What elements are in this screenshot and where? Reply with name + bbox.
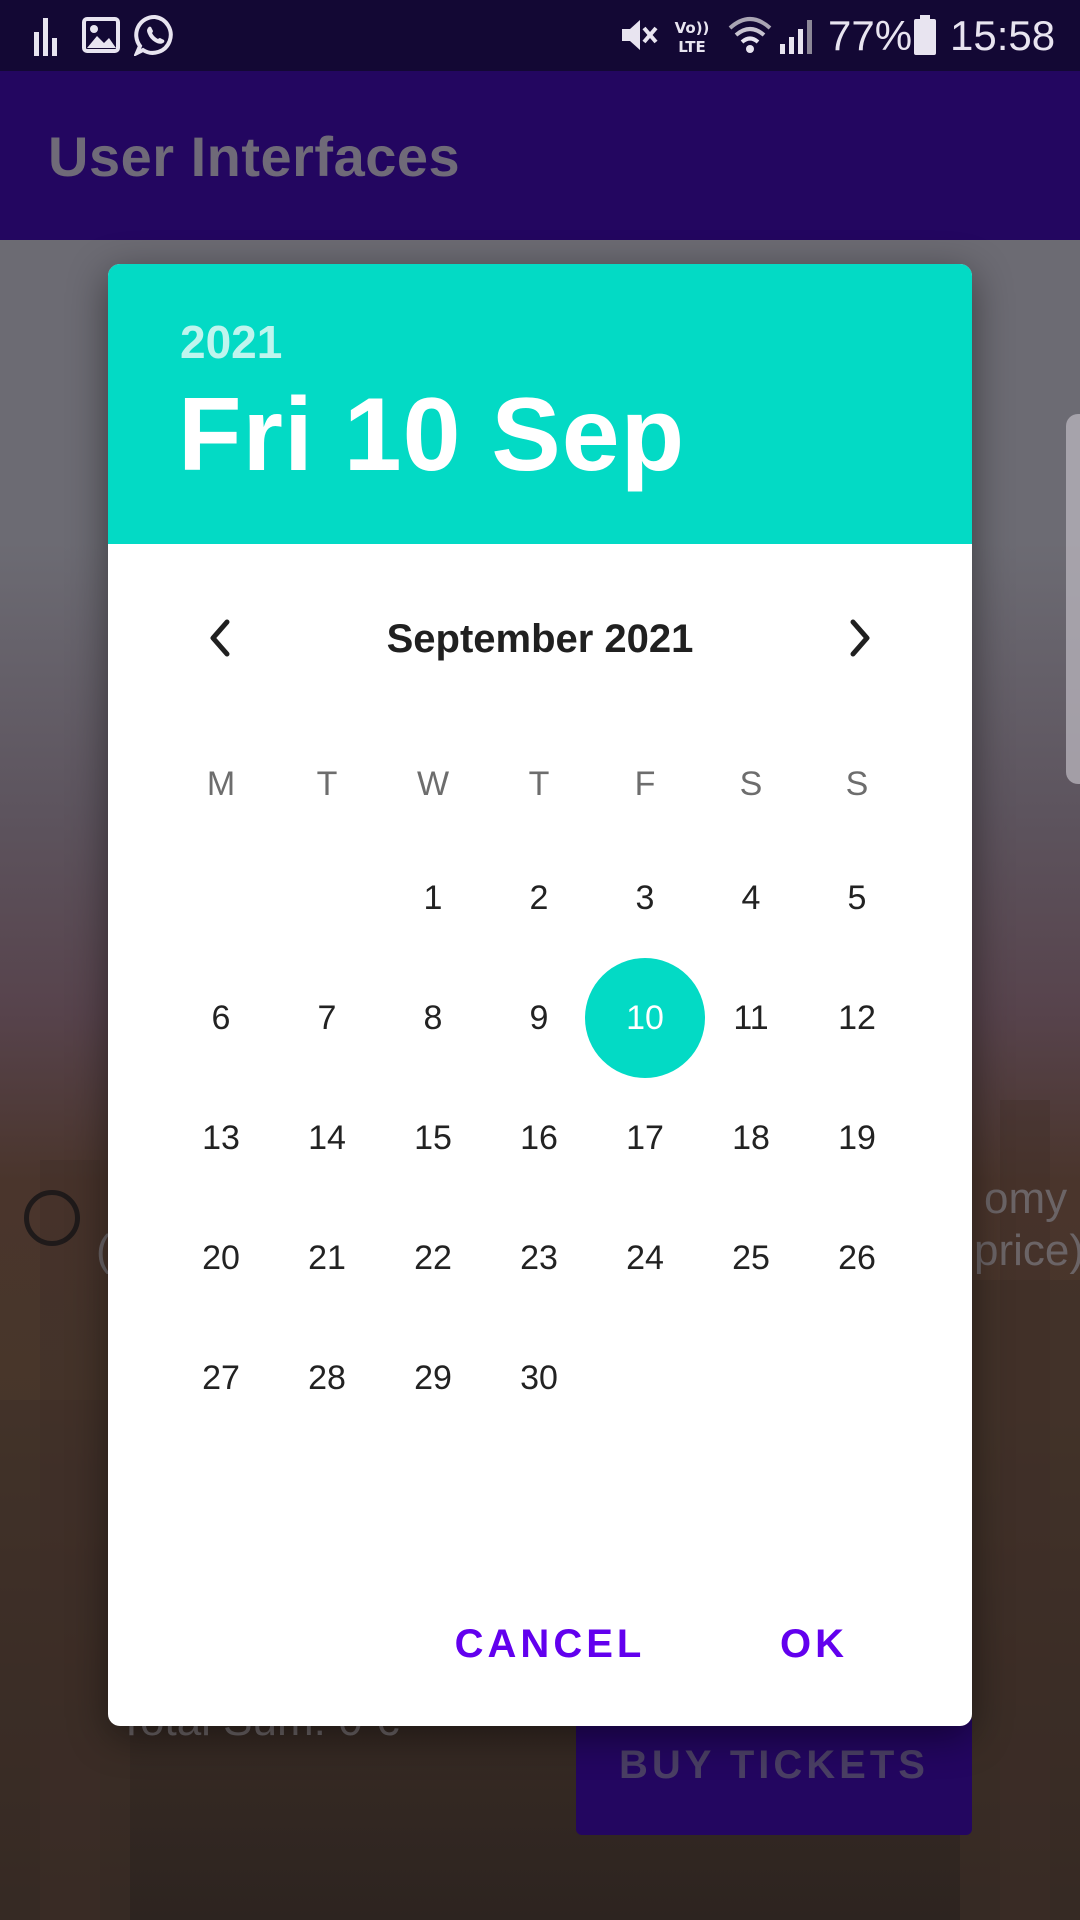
calendar-day[interactable]: 16 <box>486 1085 592 1191</box>
calendar-day[interactable]: 26 <box>804 1205 910 1311</box>
app-bar: User Interfaces <box>0 71 1080 240</box>
calendar-day[interactable]: 28 <box>274 1325 380 1431</box>
weekday-label: S <box>845 765 869 803</box>
calendar-day[interactable]: 2 <box>486 845 592 951</box>
ticket-class-radio[interactable] <box>24 1190 80 1246</box>
calendar-day[interactable]: 11 <box>698 965 804 1071</box>
stats-icon <box>34 18 57 56</box>
battery-icon <box>914 15 936 55</box>
mute-icon <box>622 20 658 50</box>
next-month-button[interactable] <box>826 604 894 672</box>
calendar-day[interactable]: 19 <box>804 1085 910 1191</box>
calendar-day[interactable]: 1 <box>380 845 486 951</box>
wifi-icon <box>728 17 772 53</box>
calendar-day[interactable]: 4 <box>698 845 804 951</box>
calendar-day[interactable]: 7 <box>274 965 380 1071</box>
calendar-day[interactable]: 9 <box>486 965 592 1071</box>
calendar-day[interactable]: 12 <box>804 965 910 1071</box>
background-building <box>40 1160 100 1920</box>
cancel-button[interactable]: CANCEL <box>444 1609 656 1679</box>
weekday-label: W <box>416 765 450 803</box>
date-picker-dialog: 2021 Fri 10 Sep September 2021 MTWTFSS 1… <box>108 264 972 1726</box>
calendar-day[interactable]: 8 <box>380 965 486 1071</box>
calendar-day[interactable]: 3 <box>592 845 698 951</box>
dialog-header: 2021 Fri 10 Sep <box>108 264 972 544</box>
svg-text:LTE: LTE <box>678 38 706 56</box>
weekday-label: M <box>206 765 236 803</box>
price-option-label: price) <box>974 1226 1080 1275</box>
clock: 15:58 <box>950 12 1056 59</box>
svg-text:Vo)): Vo)) <box>675 19 710 37</box>
calendar-day[interactable]: 5 <box>804 845 910 951</box>
buy-tickets-button[interactable]: BUY TICKETS <box>576 1715 972 1835</box>
volte-icon: Vo)) LTE <box>675 19 710 56</box>
calendar-day[interactable]: 29 <box>380 1325 486 1431</box>
chevron-right-icon <box>850 619 870 657</box>
calendar-day[interactable]: 22 <box>380 1205 486 1311</box>
signal-icon <box>780 20 812 54</box>
calendar-day[interactable]: 14 <box>274 1085 380 1191</box>
selected-year[interactable]: 2021 <box>180 314 282 370</box>
battery-percent: 77% <box>828 12 913 59</box>
weekday-label: T <box>528 765 550 803</box>
economy-option-label: omy <box>984 1174 1068 1223</box>
calendar-day[interactable]: 13 <box>168 1085 274 1191</box>
calendar-day[interactable]: 15 <box>380 1085 486 1191</box>
gallery-icon <box>82 17 120 53</box>
weekday-label: S <box>739 765 763 803</box>
calendar-day[interactable]: 17 <box>592 1085 698 1191</box>
calendar-day[interactable]: 25 <box>698 1205 804 1311</box>
calendar-day[interactable]: 30 <box>486 1325 592 1431</box>
calendar-day[interactable]: 24 <box>592 1205 698 1311</box>
calendar-day[interactable]: 18 <box>698 1085 804 1191</box>
calendar-day[interactable]: 6 <box>168 965 274 1071</box>
calendar-day-selected[interactable]: 10 <box>585 958 705 1078</box>
calendar-day[interactable]: 21 <box>274 1205 380 1311</box>
calendar-day[interactable]: 27 <box>168 1325 274 1431</box>
selected-date[interactable]: Fri 10 Sep <box>178 376 685 494</box>
calendar-day[interactable]: 20 <box>168 1205 274 1311</box>
side-panel-handle[interactable] <box>1066 414 1080 784</box>
status-bar: Vo)) LTE 77% 15:58 <box>0 0 1080 71</box>
calendar-day[interactable]: 23 <box>486 1205 592 1311</box>
app-title: User Interfaces <box>48 125 461 188</box>
whatsapp-icon <box>134 15 173 56</box>
weekday-label: F <box>634 765 656 803</box>
ok-button[interactable]: OK <box>766 1609 862 1679</box>
weekday-label: T <box>316 765 338 803</box>
